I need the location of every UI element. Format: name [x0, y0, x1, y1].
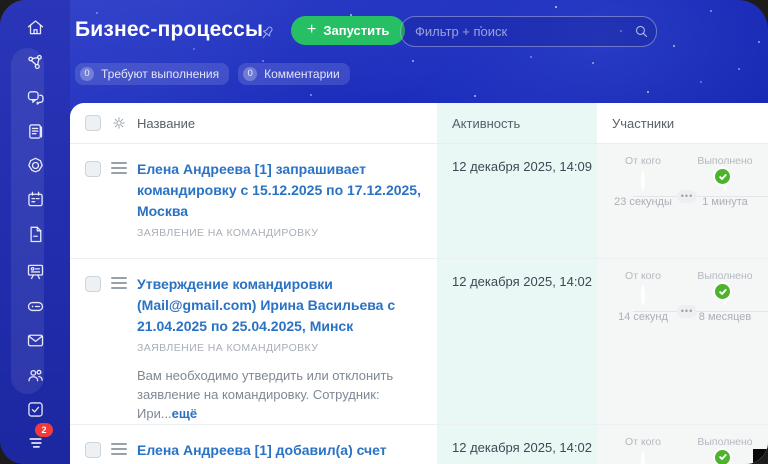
tasks-check-icon — [25, 399, 46, 425]
done-time: 8 месяцев — [698, 311, 752, 323]
completed-check-icon — [713, 447, 732, 464]
process-title-link[interactable]: Елена Андреева [1] добавил(а) счет "Сырь… — [137, 440, 425, 464]
process-description: Вам необходимо утвердить или отклонить з… — [137, 368, 394, 421]
participants-cell: От кого 14 секунд Выполнено 8 месяцев ••… — [597, 259, 768, 424]
participants-cell: От кого 25 секунд Выполнено 7 месяцев — [597, 425, 768, 464]
people-icon — [25, 365, 46, 391]
sidebar-item-calendar[interactable] — [9, 187, 61, 217]
from-time: 23 секунды — [614, 196, 672, 208]
sidebar-item-documents[interactable] — [9, 222, 61, 252]
process-table-panel: Название Активность Участники Елена Андр… — [70, 103, 768, 464]
avatar[interactable] — [641, 285, 645, 306]
run-process-button[interactable]: + Запустить — [291, 16, 406, 45]
app-window: 2 Бизнес-процессы + Запустить 0 Требуют … — [0, 0, 768, 464]
table-rows: Елена Андреева [1] запрашивает командиро… — [70, 144, 768, 464]
chip-label: Комментарии — [264, 67, 340, 81]
avatar[interactable] — [641, 450, 645, 464]
done-label: Выполнено — [697, 435, 753, 448]
chats-icon — [25, 87, 46, 113]
sidebar-item-home[interactable] — [9, 15, 61, 45]
corner-artifact — [753, 449, 768, 464]
run-button-label: Запустить — [323, 23, 390, 38]
sidebar-item-crm[interactable] — [9, 153, 61, 183]
row-checkbox[interactable] — [85, 276, 101, 292]
completed-check-icon — [713, 282, 732, 301]
sidebar: 2 — [0, 0, 70, 464]
sidebar-item-news[interactable] — [9, 119, 61, 149]
row-checkbox[interactable] — [85, 161, 101, 177]
home-icon — [25, 17, 46, 43]
done-label: Выполнено — [697, 270, 753, 282]
sidebar-item-mail[interactable] — [9, 328, 61, 358]
activity-date: 12 декабря 2025, 14:02 — [452, 439, 592, 455]
filter-chips: 0 Требуют выполнения 0 Комментарии — [75, 63, 350, 85]
from-label: От кого — [625, 155, 661, 167]
search-icon[interactable] — [626, 23, 656, 40]
activity-date: 12 декабря 2025, 14:09 — [452, 159, 592, 174]
news-icon — [25, 121, 46, 147]
calendar-icon — [25, 189, 46, 215]
search-input[interactable] — [401, 24, 626, 39]
column-header-name[interactable]: Название — [137, 116, 195, 131]
row-menu-icon[interactable] — [111, 277, 127, 289]
more-link[interactable]: ещё — [172, 406, 197, 421]
sidebar-item-feed[interactable]: 2 — [9, 423, 61, 460]
chip-count: 0 — [80, 67, 94, 81]
row-menu-icon[interactable] — [111, 442, 127, 455]
page-title: Бизнес-процессы — [75, 18, 264, 41]
process-type-label: ЗАЯВЛЕНИЕ НА КОМАНДИРОВКУ — [137, 227, 319, 239]
chip-need-action[interactable]: 0 Требуют выполнения — [75, 63, 230, 85]
from-label: От кого — [625, 435, 661, 448]
process-type-label: ЗАЯВЛЕНИЕ НА КОМАНДИРОВКУ — [137, 342, 319, 354]
sidebar-item-whiteboard[interactable] — [9, 259, 61, 289]
sidebar-item-tasks[interactable] — [9, 397, 61, 427]
target-icon — [25, 155, 46, 181]
chip-count: 0 — [243, 67, 258, 81]
column-header-activity[interactable]: Активность — [452, 116, 520, 131]
process-title-link[interactable]: Утверждение командировки (Mail@gmail.com… — [137, 274, 425, 337]
table-row: Утверждение командировки (Mail@gmail.com… — [70, 259, 768, 425]
gear-icon[interactable] — [111, 115, 127, 131]
row-menu-icon[interactable] — [111, 162, 127, 174]
activity-date: 12 декабря 2025, 14:02 — [452, 274, 592, 289]
from-label: От кого — [625, 270, 661, 282]
notification-badge: 2 — [35, 423, 53, 437]
participants-cell: От кого 23 секунды Выполнено 1 минута ••… — [597, 144, 768, 258]
column-header-participants[interactable]: Участники — [612, 116, 674, 131]
done-label: Выполнено — [697, 155, 753, 167]
table-row: Елена Андреева [1] запрашивает командиро… — [70, 144, 768, 259]
drive-icon — [25, 296, 46, 322]
sidebar-item-automation[interactable] — [9, 50, 61, 80]
sidebar-item-groups[interactable] — [9, 363, 61, 393]
document-icon — [25, 224, 46, 250]
row-checkbox[interactable] — [85, 441, 101, 458]
sidebar-item-drive[interactable] — [9, 294, 61, 324]
select-all-checkbox[interactable] — [85, 115, 101, 131]
sidebar-item-chats[interactable] — [9, 85, 61, 115]
mail-icon — [25, 330, 46, 356]
table-header: Название Активность Участники — [70, 103, 768, 144]
plus-icon: + — [307, 21, 317, 38]
from-time: 14 секунд — [618, 311, 668, 323]
network-icon — [25, 52, 46, 78]
chip-label: Требуют выполнения — [101, 67, 220, 81]
completed-check-icon — [713, 167, 732, 186]
chip-comments[interactable]: 0 Комментарии — [238, 63, 350, 85]
avatar[interactable] — [641, 170, 645, 191]
ellipsis-icon[interactable]: ••• — [677, 305, 697, 318]
table-row: Елена Андреева [1] добавил(а) счет "Сырь… — [70, 425, 768, 464]
ellipsis-icon[interactable]: ••• — [677, 190, 697, 203]
process-title-link[interactable]: Елена Андреева [1] запрашивает командиро… — [137, 159, 425, 222]
whiteboard-icon — [25, 261, 46, 287]
done-time: 1 минута — [702, 196, 748, 208]
filter-search — [400, 16, 657, 47]
